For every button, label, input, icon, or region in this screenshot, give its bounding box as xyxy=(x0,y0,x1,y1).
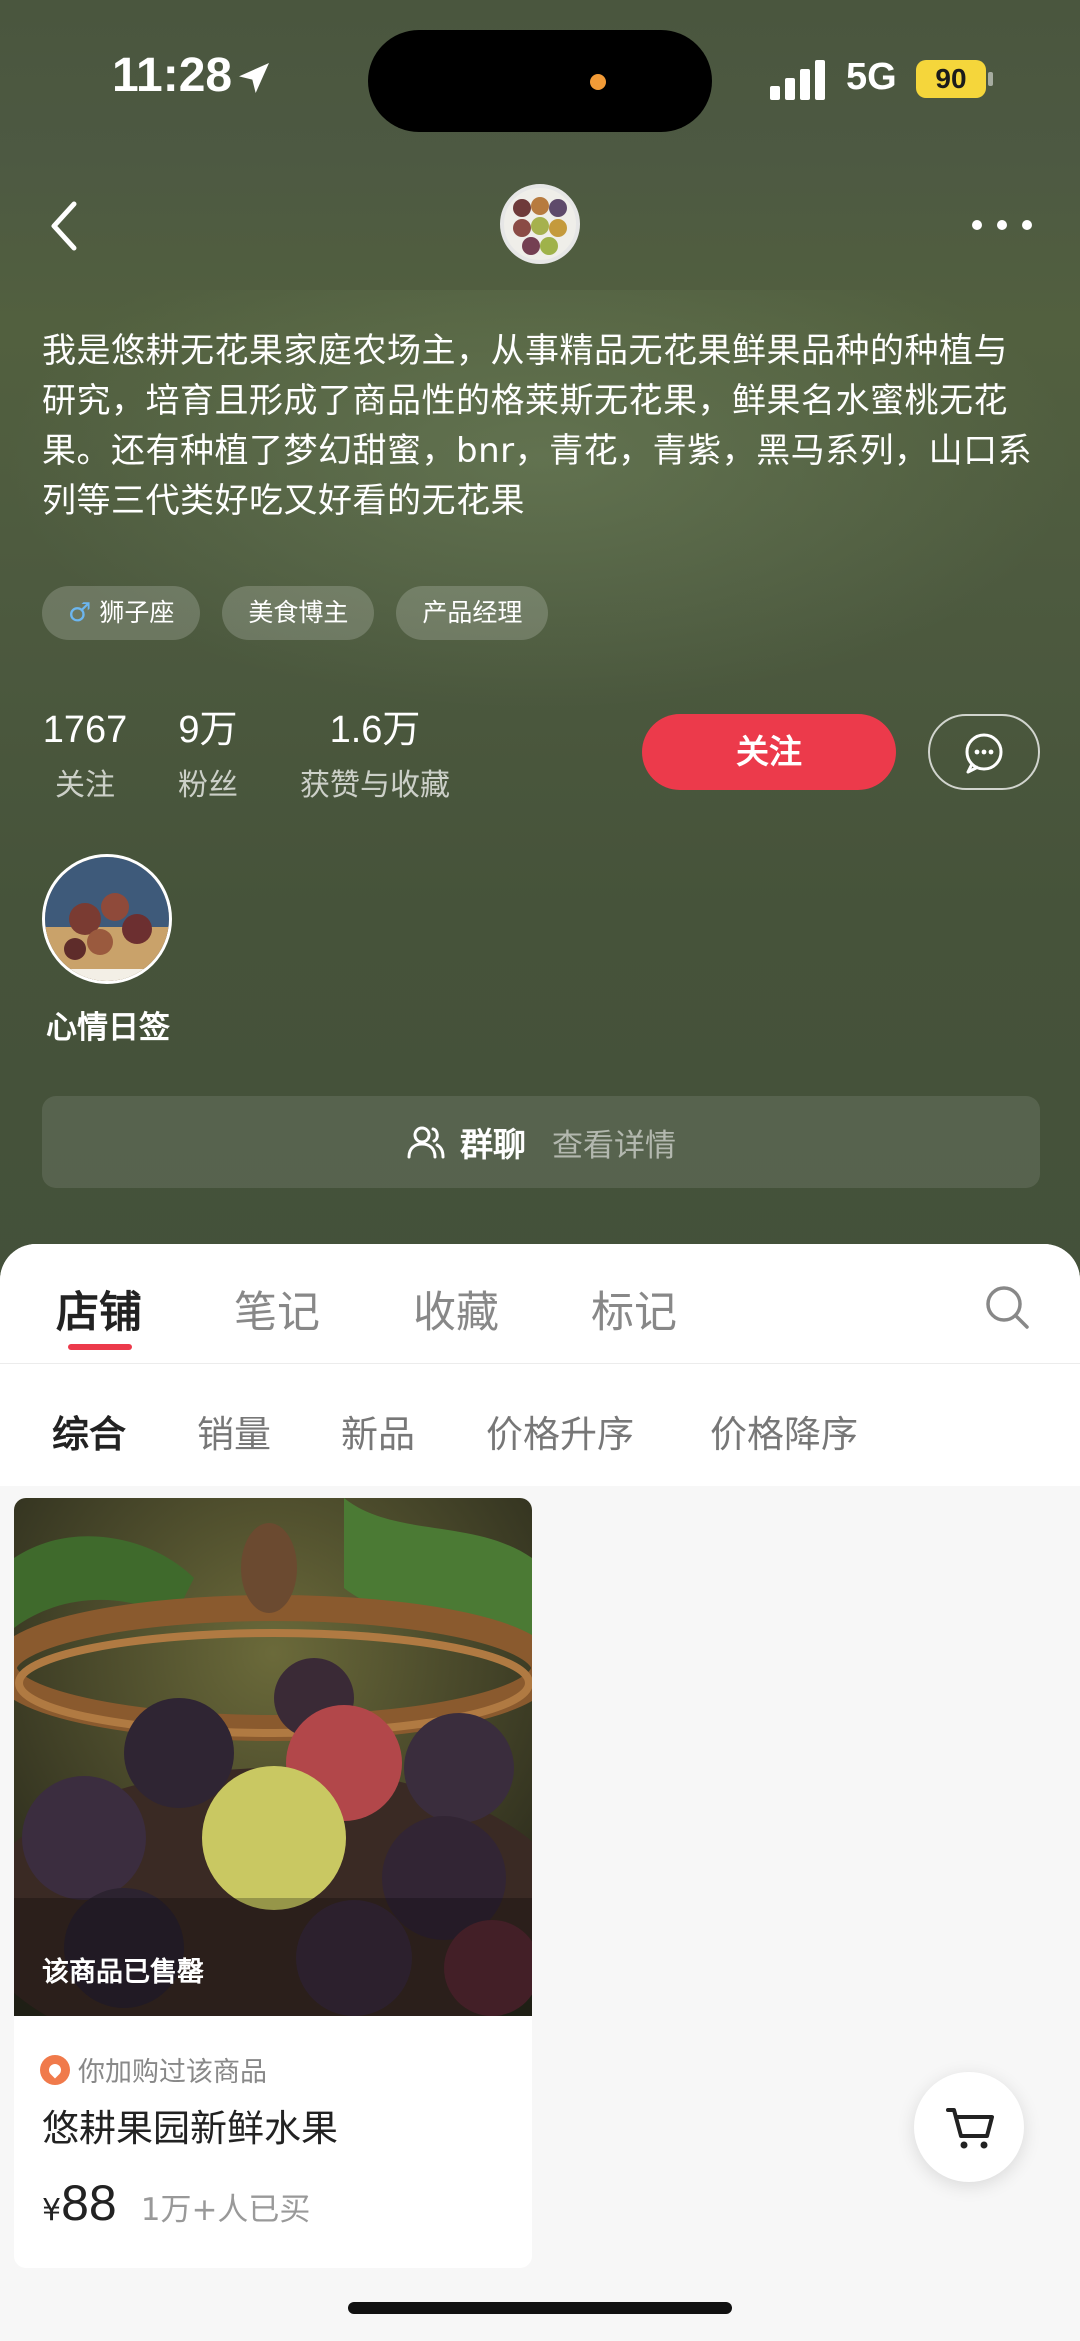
shopping-cart-icon xyxy=(946,2108,994,2149)
battery-level: 90 xyxy=(916,60,986,98)
network-type: 5G xyxy=(846,56,897,98)
status-bar: 11:28 5G 90 xyxy=(0,0,1080,160)
sold-out-label: 该商品已售罄 xyxy=(42,1957,204,1988)
location-pin-icon xyxy=(40,2054,70,2085)
group-chat-detail-link[interactable]: 查看详情 xyxy=(552,1120,676,1165)
profile-tags: ♂ 狮子座 美食博主 产品经理 xyxy=(42,586,549,640)
filter-sales[interactable]: 销量 xyxy=(197,1404,271,1458)
filter-overall[interactable]: 综合 xyxy=(52,1404,126,1458)
content-tabs: 店铺 笔记 收藏 标记 xyxy=(0,1244,1080,1364)
filter-price-desc[interactable]: 价格降序 xyxy=(710,1404,858,1458)
search-icon[interactable] xyxy=(984,1284,1030,1330)
dynamic-island xyxy=(368,30,712,132)
tag-product-manager[interactable]: 产品经理 xyxy=(396,586,549,640)
product-card[interactable]: 该商品已售罄 你加购过该商品 悠耕果园新鲜水果 ¥ 88 1万+人已买 xyxy=(14,1498,532,2268)
profile-bio: 我是悠耕无花果家庭农场主，从事精品无花果鲜果品种的种植与研究，培育且形成了商品性… xyxy=(42,331,1033,521)
added-to-cart-hint: 你加购过该商品 xyxy=(40,2050,267,2089)
product-price: ¥ 88 1万+人已买 xyxy=(42,2175,311,2231)
sold-count: 1万+人已买 xyxy=(140,2192,311,2228)
tab-shop[interactable]: 店铺 xyxy=(56,1278,142,1340)
cellular-signal-icon xyxy=(770,60,825,100)
cart-button[interactable] xyxy=(914,2072,1024,2182)
tag-food-blogger[interactable]: 美食博主 xyxy=(222,586,375,640)
filter-price-asc[interactable]: 价格升序 xyxy=(486,1404,634,1458)
follow-button[interactable]: 关注 xyxy=(642,714,896,790)
more-dots-icon[interactable] xyxy=(970,206,1034,242)
mood-tag-label: 心情日签 xyxy=(46,1010,170,1046)
battery-tip xyxy=(988,72,993,86)
group-people-icon xyxy=(407,1126,445,1159)
location-arrow-icon xyxy=(239,63,269,93)
privacy-indicator-dot xyxy=(590,74,606,90)
profile-avatar[interactable] xyxy=(500,184,580,264)
stat-likes-collects[interactable]: 1.6万 获赞与收藏 xyxy=(290,706,460,804)
sort-filters: 综合 销量 新品 价格升序 价格降序 xyxy=(0,1364,1080,1486)
group-chat-title: 群聊 xyxy=(460,1125,526,1164)
tab-collections[interactable]: 收藏 xyxy=(413,1278,499,1340)
home-indicator xyxy=(348,2302,732,2314)
product-title: 悠耕果园新鲜水果 xyxy=(42,2107,338,2150)
tab-marks[interactable]: 标记 xyxy=(591,1278,677,1340)
message-button[interactable] xyxy=(928,714,1040,790)
male-gender-icon: ♂ xyxy=(68,598,92,628)
mood-tag-thumbnail[interactable] xyxy=(42,854,172,984)
back-chevron-icon[interactable] xyxy=(40,196,90,256)
status-time: 11:28 xyxy=(112,49,233,102)
tag-zodiac[interactable]: ♂ 狮子座 xyxy=(42,586,201,640)
product-image xyxy=(14,1498,532,2016)
filter-new[interactable]: 新品 xyxy=(341,1404,415,1458)
stat-following[interactable]: 1767 关注 xyxy=(42,706,128,804)
active-tab-underline xyxy=(68,1344,132,1350)
tab-notes[interactable]: 笔记 xyxy=(234,1278,320,1340)
stat-followers[interactable]: 9万 粉丝 xyxy=(170,706,246,804)
group-chat-bar[interactable]: 群聊 查看详情 xyxy=(42,1096,1040,1188)
message-bubble-icon xyxy=(965,733,1003,774)
